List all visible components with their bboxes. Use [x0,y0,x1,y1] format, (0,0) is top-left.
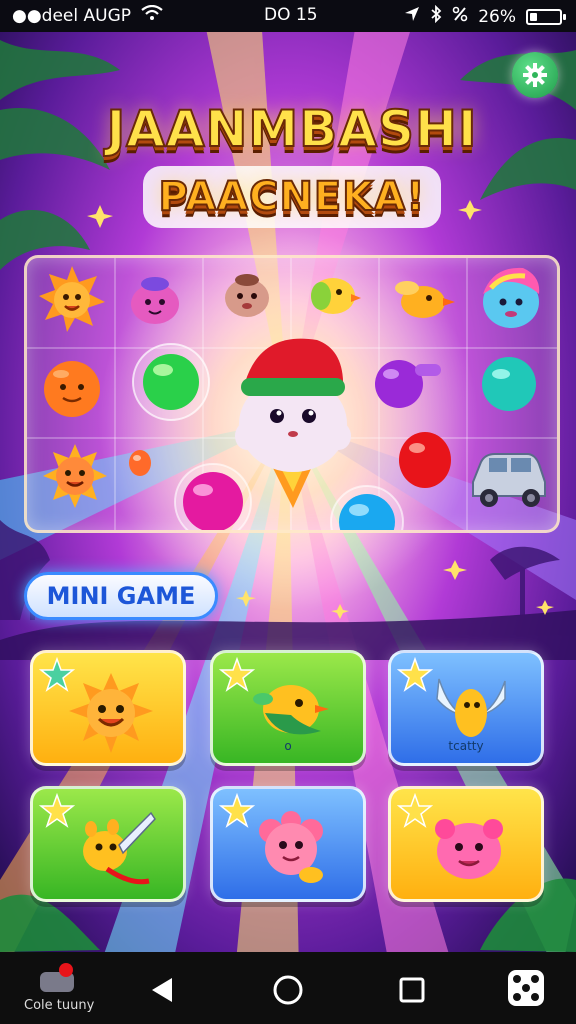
app-icon [40,963,74,992]
navigation-bar: Cole tuuny [0,952,576,1024]
settings-button[interactable] [512,52,558,98]
mini-game-label: MINI GAME [46,582,196,610]
pink-flower-creature-icon [259,811,323,883]
battery-percent: 26% [478,6,516,27]
toy-car-piece[interactable] [465,442,551,512]
orange-candy-piece[interactable] [125,448,155,478]
level-label: o [284,739,292,753]
level-tile-3[interactable]: tcatty [388,650,544,766]
pink-blob-piece[interactable] [125,270,185,330]
title-line-1: JAANMBASHI [106,99,478,159]
level-tile-4[interactable] [30,786,186,902]
recents-icon[interactable] [398,976,426,1004]
wifi-icon [141,4,163,26]
bird-creature-icon [253,685,329,735]
purple-potion-piece[interactable] [369,350,445,414]
battery-fill [530,12,537,21]
level-tile-5[interactable] [210,786,366,902]
back-icon[interactable] [150,976,176,1004]
game-title: JAANMBASHI PAACNEKA! [62,96,522,236]
red-orb-piece[interactable] [395,426,455,492]
level-tile-2[interactable]: o [210,650,366,766]
sun-creature-piece-2[interactable] [41,442,109,510]
title-line-2: PAACNEKA! [142,166,442,228]
location-arrow-icon [404,6,420,27]
brown-blob-piece[interactable] [219,268,275,324]
yellow-bird-piece[interactable] [303,264,363,324]
winged-creature-icon [436,678,506,737]
gear-icon [523,63,547,87]
alarm-icon [452,6,468,27]
green-orb-piece[interactable] [131,342,211,422]
level-label: tcatty [448,739,484,753]
orange-ball-piece[interactable] [39,356,105,422]
blue-orb-piece[interactable] [329,484,405,533]
magenta-orb-piece[interactable] [173,462,253,533]
app-shortcut[interactable]: Cole tuuny [24,962,94,1018]
game-board [24,255,560,533]
teal-orb-piece[interactable] [479,354,539,414]
level-tile-6[interactable] [388,786,544,902]
battery-icon [526,8,566,25]
bluetooth-icon [430,4,442,28]
sun-creature-piece[interactable] [37,264,107,334]
app-label: Cole tuuny [24,998,95,1013]
pink-blob-creature-icon [435,819,503,879]
sword-creature-icon [83,811,156,885]
orange-bird-piece[interactable] [391,268,457,328]
dice-icon[interactable] [506,968,546,1008]
sun-creature-icon [69,673,153,753]
home-icon[interactable] [272,974,304,1006]
carrier-label: ●●deel AUGP [12,5,131,26]
level-tile-1[interactable] [30,650,186,766]
status-bar: ●●deel AUGP DO 15 26% [0,0,576,32]
clock: DO 15 [264,5,318,25]
rainbow-unicorn-piece[interactable] [473,258,547,336]
mini-game-button[interactable]: MINI GAME [24,572,218,620]
